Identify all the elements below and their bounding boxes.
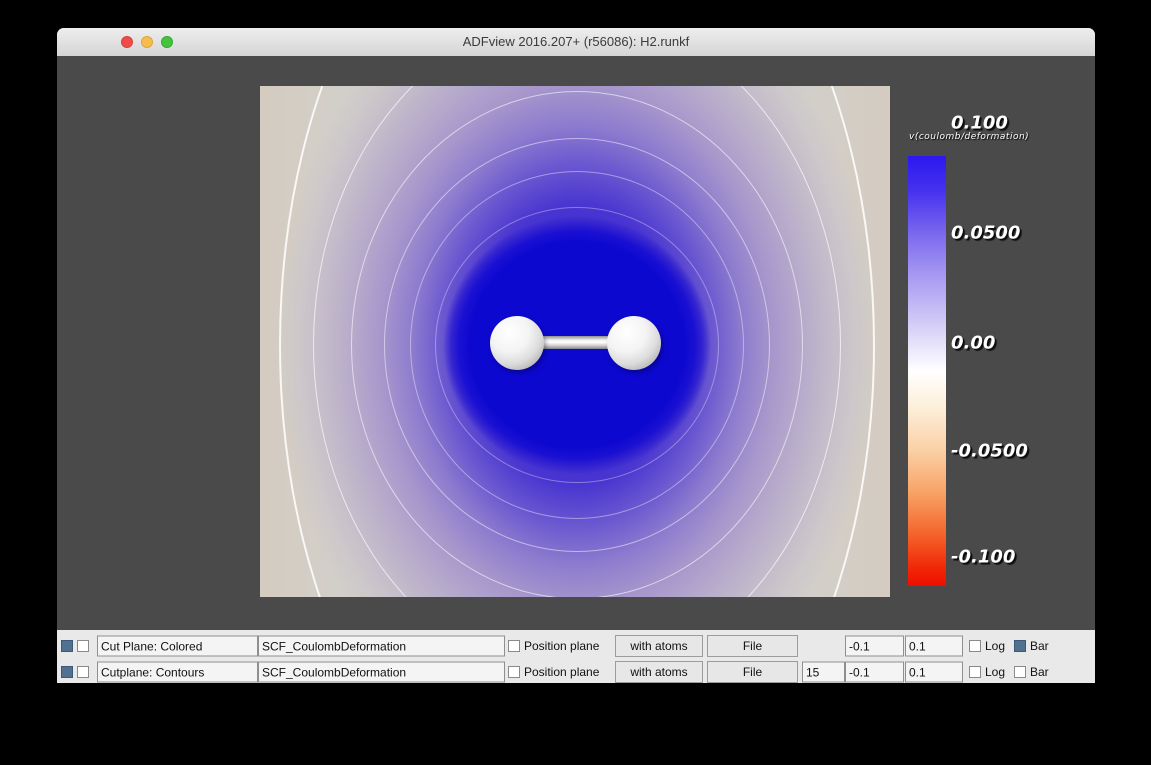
log-checkbox[interactable] bbox=[969, 640, 981, 652]
with-atoms-button[interactable]: with atoms bbox=[615, 661, 703, 683]
aux-toggle-checkbox[interactable] bbox=[77, 666, 89, 678]
with-atoms-button[interactable]: with atoms bbox=[615, 635, 703, 657]
visible-toggle-checkbox[interactable] bbox=[61, 640, 73, 652]
title-bar: ADFview 2016.207+ (r56086): H2.runkf bbox=[57, 28, 1095, 57]
log-checkbox[interactable] bbox=[969, 666, 981, 678]
aux-toggle-checkbox[interactable] bbox=[77, 640, 89, 652]
num-contours-field[interactable] bbox=[802, 661, 845, 683]
log-label: Log bbox=[985, 665, 1006, 679]
adfview-window: ADFview 2016.207+ (r56086): H2.runkf v(c… bbox=[57, 28, 1095, 683]
window-title: ADFview 2016.207+ (r56086): H2.runkf bbox=[462, 34, 690, 49]
file-button[interactable]: File bbox=[707, 635, 798, 657]
bar-checkbox[interactable] bbox=[1014, 666, 1026, 678]
bar-label: Bar bbox=[1030, 639, 1049, 653]
row-name-field[interactable] bbox=[97, 661, 258, 683]
position-plane-label: Position plane bbox=[524, 639, 600, 653]
legend-tick-label: 0.0500 bbox=[951, 222, 1021, 244]
legend-tick-label: 0.100 bbox=[951, 112, 1008, 134]
position-plane-checkbox[interactable] bbox=[508, 640, 520, 652]
scalar-field-name[interactable] bbox=[258, 661, 505, 683]
max-value-field[interactable] bbox=[905, 661, 963, 683]
cutplane-plot[interactable] bbox=[260, 86, 890, 597]
legend-title: v(coulomb/deformation) bbox=[909, 132, 1030, 142]
row-name-field[interactable] bbox=[97, 635, 258, 657]
atom-sphere-h1[interactable] bbox=[490, 316, 544, 370]
cutplane-controls-panel: Position plane with atoms File Log Bar P… bbox=[57, 630, 1095, 683]
max-value-field[interactable] bbox=[905, 635, 963, 657]
atom-sphere-h2[interactable] bbox=[607, 316, 661, 370]
log-label: Log bbox=[985, 639, 1006, 653]
legend-bar bbox=[908, 156, 946, 586]
bar-checkbox[interactable] bbox=[1014, 640, 1026, 652]
bar-label: Bar bbox=[1030, 665, 1049, 679]
min-value-field[interactable] bbox=[845, 635, 904, 657]
position-plane-label: Position plane bbox=[524, 665, 600, 679]
legend-tick-label: -0.0500 bbox=[951, 440, 1028, 462]
legend-tick-label: -0.100 bbox=[951, 546, 1016, 568]
colored-cutplane-row: Position plane with atoms File Log Bar bbox=[57, 634, 1095, 658]
visible-toggle-checkbox[interactable] bbox=[61, 666, 73, 678]
scalar-field-name[interactable] bbox=[258, 635, 505, 657]
min-value-field[interactable] bbox=[845, 661, 904, 683]
legend-tick-label: 0.00 bbox=[951, 332, 996, 354]
contours-cutplane-row: Position plane with atoms File Log Bar bbox=[57, 660, 1095, 683]
render-viewport[interactable]: v(coulomb/deformation) 0.100 0.0500 0.00… bbox=[57, 56, 1095, 630]
file-button[interactable]: File bbox=[707, 661, 798, 683]
position-plane-checkbox[interactable] bbox=[508, 666, 520, 678]
